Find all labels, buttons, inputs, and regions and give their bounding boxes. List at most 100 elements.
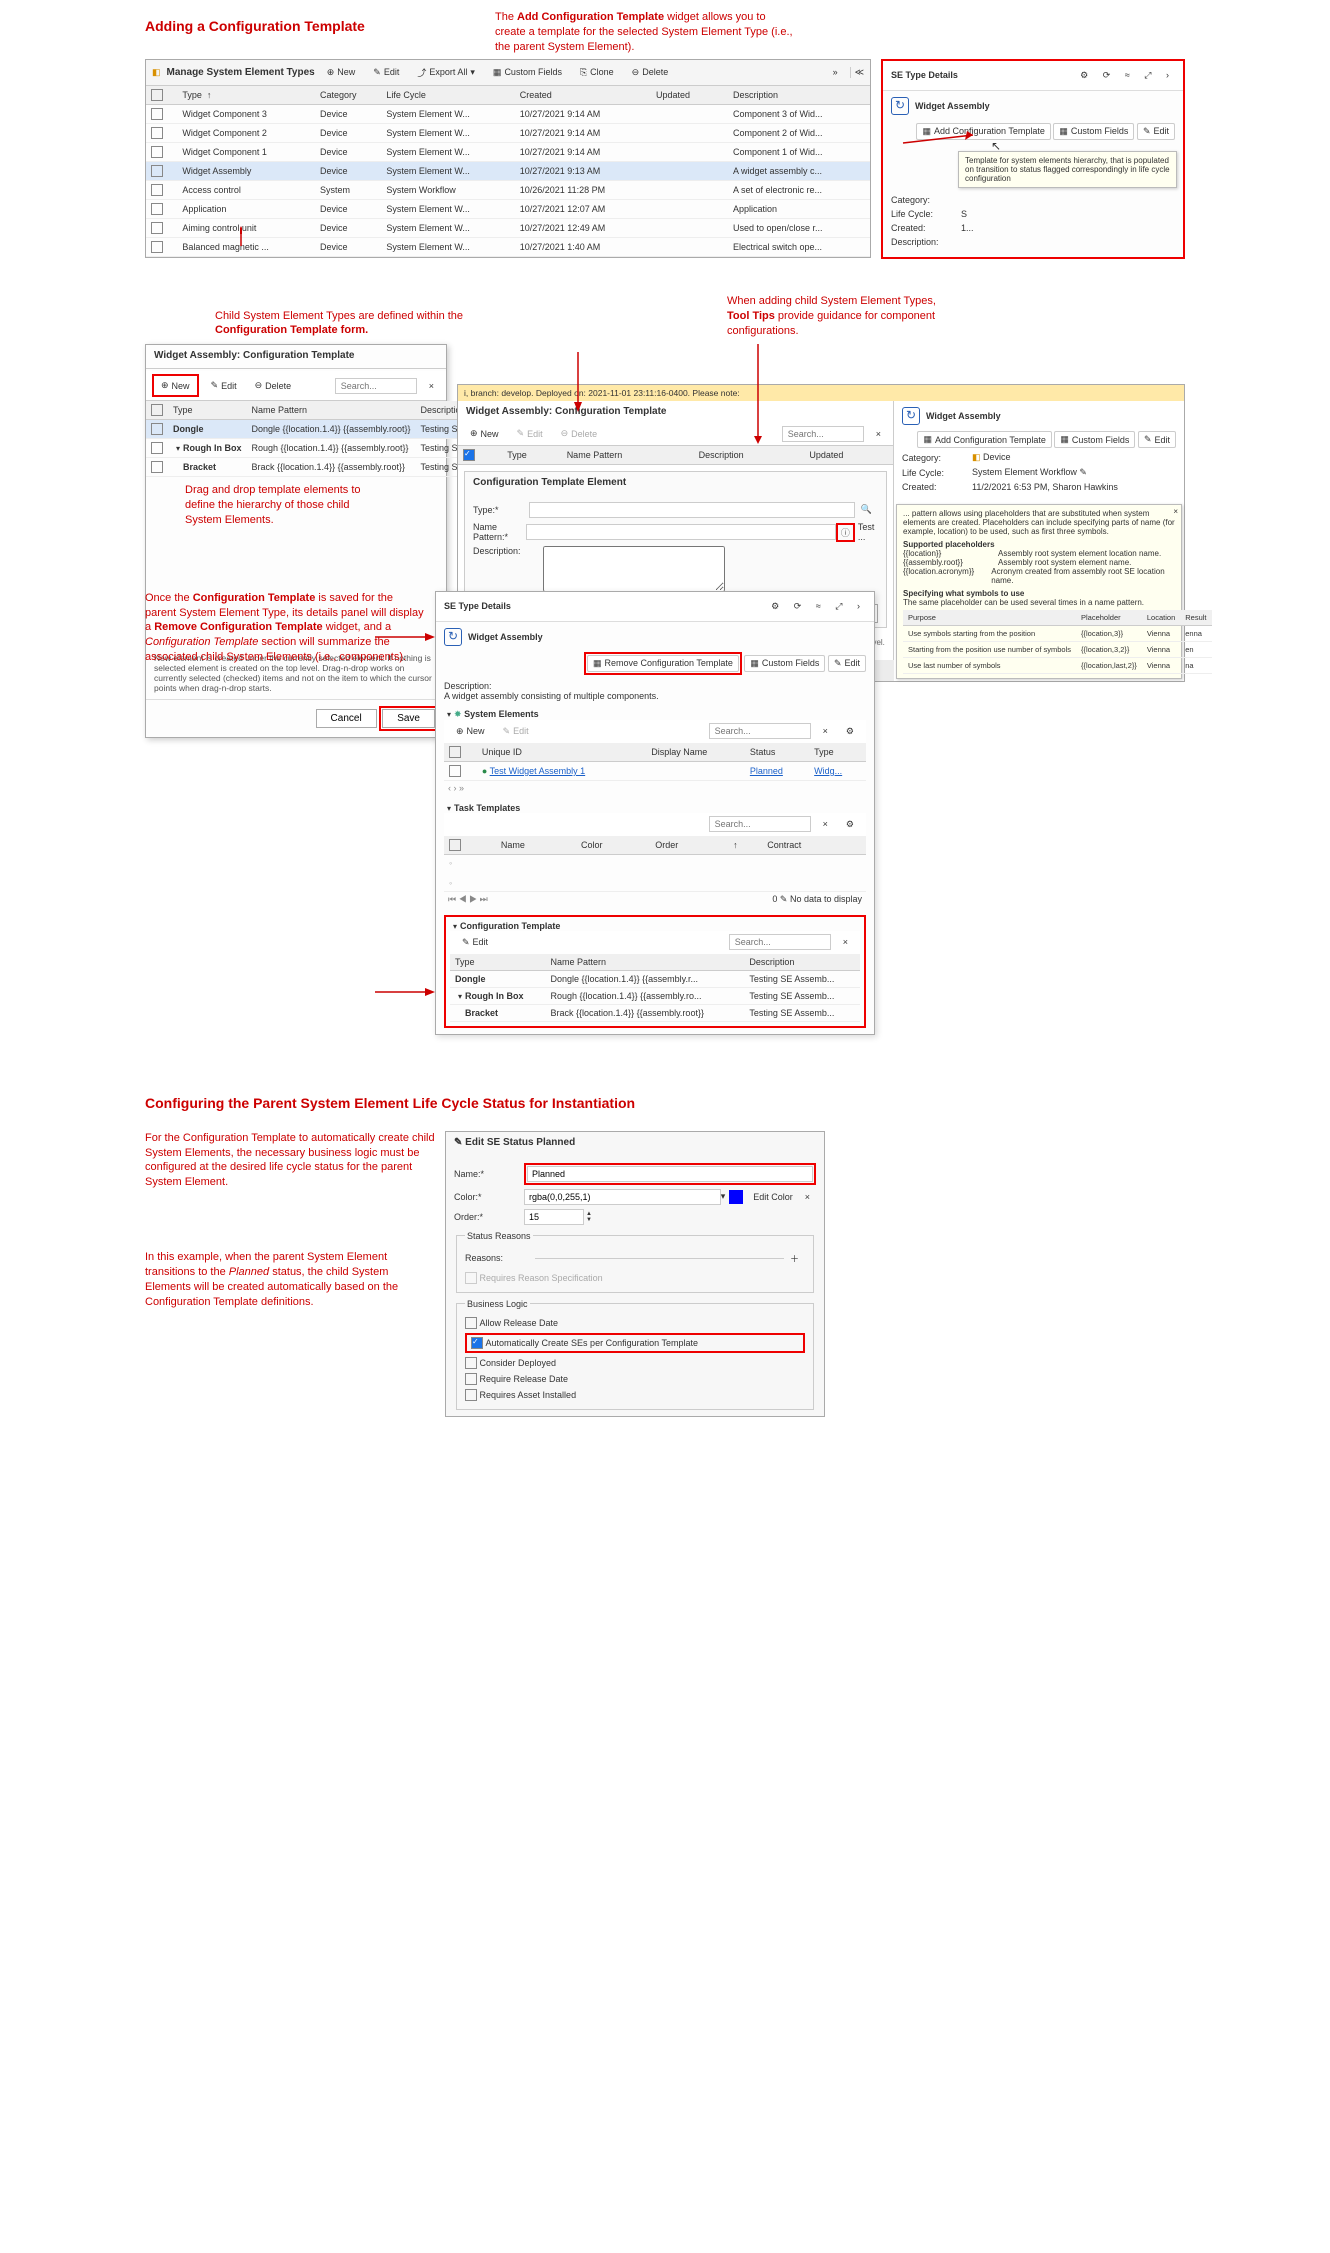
table-row[interactable]: Rough In BoxRough {{location.1.4}} {{ass… bbox=[450, 987, 860, 1004]
gear-icon[interactable] bbox=[765, 598, 785, 615]
search-icon[interactable] bbox=[855, 501, 878, 518]
gear-icon[interactable] bbox=[840, 723, 860, 740]
search-input[interactable] bbox=[335, 378, 417, 394]
table-row[interactable]: Widget Component 3DeviceSystem Element W… bbox=[146, 104, 870, 123]
toggle-icon[interactable] bbox=[450, 921, 460, 931]
custom-fields-button[interactable]: Custom Fields bbox=[1053, 123, 1134, 140]
checkbox[interactable] bbox=[465, 1389, 477, 1401]
edit-button[interactable]: Edit bbox=[828, 655, 866, 672]
edit-button[interactable]: Edit bbox=[456, 934, 494, 951]
type-input[interactable] bbox=[529, 502, 855, 518]
clear-icon[interactable]: × bbox=[817, 816, 834, 832]
table-row[interactable]: DongleDongle {{location.1.4}} {{assembly… bbox=[450, 970, 860, 987]
se-link[interactable]: Test Widget Assembly 1 bbox=[490, 766, 586, 776]
heading-add-config: Adding a Configuration Template bbox=[145, 18, 485, 34]
custom-fields-button[interactable]: Custom Fields bbox=[1054, 431, 1135, 448]
description-input[interactable] bbox=[543, 546, 725, 592]
toggle-icon[interactable] bbox=[444, 803, 454, 813]
checkbox[interactable] bbox=[465, 1317, 477, 1329]
table-row[interactable]: BracketBrack {{location.1.4}} {{assembly… bbox=[450, 1004, 860, 1021]
new-button[interactable]: New bbox=[155, 377, 196, 394]
status-name-input[interactable] bbox=[527, 1166, 813, 1182]
manage-table: Type ↑CategoryLife CycleCreatedUpdatedDe… bbox=[146, 86, 870, 257]
collapse-icon[interactable] bbox=[1119, 67, 1136, 83]
order-input[interactable] bbox=[524, 1209, 584, 1225]
edit-button[interactable]: Edit bbox=[497, 723, 535, 740]
custom-fields-button[interactable]: Custom Fields bbox=[744, 655, 825, 672]
delete-button[interactable]: Delete bbox=[249, 377, 298, 394]
more-button[interactable]: » bbox=[827, 64, 844, 80]
clear-icon[interactable]: × bbox=[817, 723, 834, 739]
close-icon[interactable]: × bbox=[1173, 507, 1178, 516]
heading-lifecycle: Configuring the Parent System Element Li… bbox=[145, 1095, 1185, 1111]
expand-icon[interactable] bbox=[829, 598, 848, 615]
refresh-icon[interactable] bbox=[1097, 67, 1117, 84]
clear-icon[interactable]: × bbox=[423, 378, 440, 394]
caption-lc2: In this example, when the parent System … bbox=[145, 1250, 435, 1309]
new-button[interactable]: New bbox=[321, 64, 362, 81]
table-row[interactable]: Widget Component 2DeviceSystem Element W… bbox=[146, 123, 870, 142]
auto-create-checkbox[interactable] bbox=[471, 1337, 483, 1349]
name-pattern-input[interactable] bbox=[526, 524, 836, 540]
new-button[interactable]: New bbox=[450, 723, 491, 740]
gear-icon[interactable] bbox=[1074, 67, 1094, 84]
search-input[interactable] bbox=[709, 723, 811, 739]
select-all-checkbox[interactable] bbox=[463, 449, 475, 461]
edit-color-button[interactable]: Edit Color bbox=[747, 1189, 799, 1205]
se-table: Unique IDDisplay NameStatusType ● Test W… bbox=[444, 743, 866, 781]
stepper-down[interactable]: ▼ bbox=[586, 1217, 592, 1223]
edit-button[interactable]: Edit bbox=[367, 64, 405, 81]
refresh-icon[interactable] bbox=[788, 598, 808, 615]
table-row[interactable]: Access controlSystemSystem Workflow10/26… bbox=[146, 180, 870, 199]
table-row[interactable]: Widget AssemblyDeviceSystem Element W...… bbox=[146, 161, 870, 180]
new-button[interactable]: New bbox=[464, 425, 505, 442]
table-row[interactable]: Balanced magnetic ...DeviceSystem Elemen… bbox=[146, 237, 870, 256]
edit-button[interactable]: Edit bbox=[1138, 431, 1176, 448]
search-input[interactable] bbox=[729, 934, 831, 950]
cancel-button[interactable]: Cancel bbox=[316, 709, 377, 728]
table-row[interactable]: ApplicationDeviceSystem Element W...10/2… bbox=[146, 199, 870, 218]
caption-saved: Once the Configuration Template is saved… bbox=[145, 591, 425, 665]
delete-button[interactable]: Delete bbox=[626, 64, 675, 81]
add-reason-button[interactable]: ＋ bbox=[784, 1249, 805, 1268]
clear-icon[interactable]: × bbox=[870, 426, 887, 442]
clone-button[interactable]: Clone bbox=[574, 64, 620, 81]
table-row[interactable]: Aiming control unitDeviceSystem Element … bbox=[146, 218, 870, 237]
save-button[interactable]: Save bbox=[382, 709, 435, 728]
color-input[interactable] bbox=[524, 1189, 721, 1205]
edit-status-title: Edit SE Status Planned bbox=[465, 1137, 575, 1148]
right-icon[interactable] bbox=[851, 598, 866, 614]
se-icon: ↻ bbox=[444, 628, 462, 646]
add-config-template-button[interactable]: Add Configuration Template bbox=[917, 431, 1051, 448]
edit-icon[interactable] bbox=[1079, 467, 1087, 477]
custom-fields-button[interactable]: Custom Fields bbox=[487, 64, 568, 81]
edit-button[interactable]: Edit bbox=[1137, 123, 1175, 140]
checkbox[interactable] bbox=[465, 1357, 477, 1369]
search-input[interactable] bbox=[709, 816, 811, 832]
collapse-icon[interactable] bbox=[810, 598, 827, 614]
edit-button[interactable]: Edit bbox=[205, 377, 243, 394]
editor-table: TypeName PatternDescriptionUpdated bbox=[458, 446, 893, 465]
clear-icon[interactable]: × bbox=[837, 934, 854, 950]
delete-button[interactable]: Delete bbox=[555, 425, 604, 442]
remove-config-template-button[interactable]: Remove Configuration Template bbox=[587, 655, 739, 672]
ct-table: TypeName PatternDescriptionDongleDongle … bbox=[450, 954, 860, 1022]
clear-icon[interactable]: × bbox=[799, 1189, 816, 1205]
caption-drag: Drag and drop template elements to defin… bbox=[185, 483, 385, 528]
se-name: Widget Assembly bbox=[915, 101, 990, 111]
config-form-title: Widget Assembly: Configuration Template bbox=[146, 345, 446, 366]
gear-icon[interactable] bbox=[840, 816, 860, 833]
info-icon[interactable] bbox=[841, 528, 850, 538]
expand-icon[interactable] bbox=[1138, 67, 1157, 84]
checkbox[interactable] bbox=[465, 1373, 477, 1385]
table-row[interactable]: Widget Component 1DeviceSystem Element W… bbox=[146, 142, 870, 161]
right-icon[interactable] bbox=[1160, 67, 1175, 83]
export-button[interactable]: Export All ▾ bbox=[411, 63, 481, 82]
table-row[interactable]: ● Test Widget Assembly 1PlannedWidg... bbox=[444, 761, 866, 780]
pager[interactable]: ⏮ ◀ ▶ ⏭ bbox=[448, 894, 488, 905]
manage-title: Manage System Element Types bbox=[167, 67, 315, 78]
toggle-icon[interactable] bbox=[444, 709, 454, 719]
edit-button[interactable]: Edit bbox=[511, 425, 549, 442]
search-input[interactable] bbox=[782, 426, 864, 442]
collapse-icon[interactable]: ≪ bbox=[850, 67, 864, 78]
